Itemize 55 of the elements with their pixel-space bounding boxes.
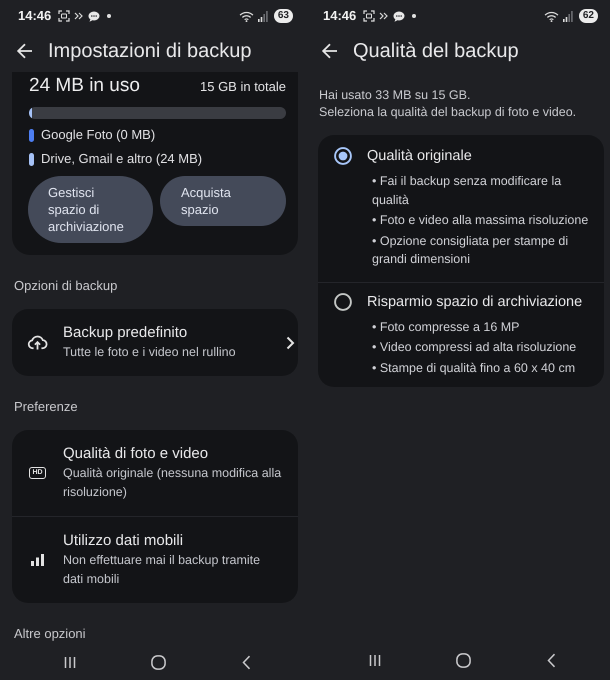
home-icon[interactable] (456, 652, 471, 668)
storage-button[interactable]: Acquista spazio (160, 176, 286, 226)
chevron-right-icon[interactable] (285, 336, 295, 350)
wifi-icon (238, 10, 254, 22)
recent-apps-icon[interactable] (64, 656, 76, 668)
screenshot-icon (363, 10, 376, 22)
storage-total: 15 GB in totale (200, 79, 286, 95)
page-title: Qualità del backup (353, 39, 519, 63)
page-title: Impostazioni di backup (48, 39, 252, 63)
intro-text: Hai usato 33 MB su 15 GB. (319, 87, 472, 104)
radio-button-icon[interactable] (334, 147, 352, 165)
option-detail: • Opzione consigliata per stampe di grandi dimensioni (372, 232, 570, 268)
back-icon[interactable] (242, 654, 252, 670)
back-arrow-icon[interactable] (322, 43, 338, 59)
home-icon[interactable] (150, 654, 166, 670)
option-detail: • Stampe di qualità fino a 60 x 40 cm (372, 360, 576, 377)
section-heading: Preferenze (13, 399, 79, 415)
battery-indicator: 62 (578, 9, 598, 23)
storage-button[interactable]: Gestisci spazio di archiviazione (28, 176, 153, 243)
option-title[interactable]: Risparmio spazio di archiviazione (367, 292, 594, 312)
chat-bubble-icon (393, 10, 406, 22)
legend-label: Drive, Gmail e altro (24 MB) (41, 150, 202, 168)
legend-label: Google Foto (0 MB) (41, 126, 156, 144)
dot-icon (412, 14, 416, 18)
setting-description: Tutte le foto e i video nel rullino (63, 344, 237, 361)
option-title[interactable]: Qualità originale (367, 146, 594, 166)
battery-indicator: 63 (274, 9, 293, 23)
chat-bubble-icon (88, 10, 100, 22)
dot-icon (107, 14, 112, 18)
setting-title[interactable]: Backup predefinito (63, 323, 283, 343)
signal-bars-icon (30, 554, 44, 566)
double-chevron-icon (74, 12, 84, 20)
setting-description: Non effettuare mai il backup tramite dati mobili (63, 552, 262, 588)
setting-description: Qualità originale (nessuna modifica alla risoluzione) (63, 465, 282, 501)
setting-title[interactable]: Utilizzo dati mobili (63, 531, 283, 551)
intro-text: Seleziona la qualità del backup di foto e video. (319, 104, 578, 121)
storage-used: 24 MB in uso (29, 74, 140, 98)
setting-title[interactable]: Qualità di foto e video (63, 444, 283, 464)
back-icon[interactable] (547, 652, 556, 668)
screenshot-icon (58, 10, 70, 22)
status-time: 14:46 (18, 8, 52, 24)
back-arrow-icon[interactable] (17, 43, 33, 59)
wifi-icon (544, 10, 559, 22)
option-detail: • Fai il backup senza modificare la qualità (372, 173, 562, 209)
signal-icon (258, 10, 268, 22)
recent-apps-icon[interactable] (369, 654, 382, 666)
option-detail: • Foto e video alla massima risoluzione (372, 212, 590, 229)
double-chevron-icon (379, 12, 390, 20)
section-heading: Altre opzioni (13, 626, 87, 642)
option-detail: • Video compressi ad alta risoluzione (372, 339, 578, 356)
signal-icon (562, 10, 573, 22)
option-detail: • Foto compresse a 16 MP (372, 318, 520, 336)
radio-button-icon[interactable] (334, 292, 352, 310)
section-heading: Opzioni di backup (13, 278, 118, 294)
status-time: 14:46 (323, 8, 356, 24)
